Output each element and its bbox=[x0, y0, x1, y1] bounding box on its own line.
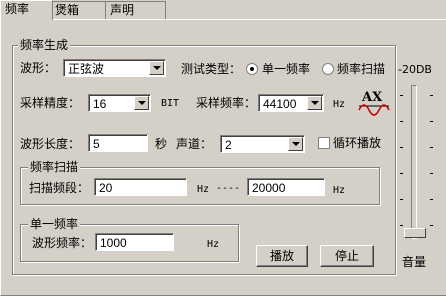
sample-precision-select[interactable]: 16 bbox=[88, 94, 151, 112]
sample-rate-select[interactable]: 44100 bbox=[258, 94, 324, 112]
chevron-down-icon[interactable] bbox=[288, 137, 303, 151]
volume-tick bbox=[430, 225, 433, 226]
sweep-to-input[interactable]: 20000 bbox=[247, 178, 325, 196]
volume-tick bbox=[430, 199, 433, 200]
volume-tick bbox=[430, 95, 433, 96]
tab-frequency[interactable]: 频率 bbox=[0, 0, 53, 20]
sample-rate-unit: Hz bbox=[333, 99, 346, 110]
sweep-from-value: 20 bbox=[99, 181, 113, 195]
sample-precision-unit: BIT bbox=[161, 98, 180, 109]
radio-single-frequency[interactable] bbox=[246, 63, 258, 75]
volume-tick bbox=[400, 121, 403, 122]
tab-speaker-burn[interactable]: 煲箱 bbox=[50, 1, 109, 19]
loop-label: 循环播放 bbox=[333, 136, 382, 150]
play-button-label: 播放 bbox=[269, 249, 294, 263]
chevron-down-icon[interactable] bbox=[149, 61, 164, 75]
volume-tick bbox=[400, 173, 403, 174]
waveform-value: 正弦波 bbox=[68, 62, 105, 76]
ax-wave-logo: AX bbox=[357, 90, 391, 118]
radio-frequency-sweep[interactable] bbox=[322, 63, 334, 75]
tab-statement[interactable]: 声明 bbox=[105, 1, 166, 19]
sample-rate-label: 采样频率： bbox=[196, 96, 257, 110]
sweep-to-unit: Hz bbox=[333, 185, 346, 196]
sample-precision-label: 采样精度： bbox=[20, 96, 81, 110]
radio-frequency-sweep-label: 频率扫描 bbox=[337, 62, 386, 76]
stop-button-label: 停止 bbox=[334, 249, 359, 263]
wave-length-value: 5 bbox=[93, 137, 100, 151]
channel-value: 2 bbox=[225, 138, 232, 152]
sweep-from-input[interactable]: 20 bbox=[94, 178, 187, 196]
sweep-group-title: 频率扫描 bbox=[28, 160, 81, 174]
volume-max-label: -20DB bbox=[398, 63, 432, 76]
channel-select[interactable]: 2 bbox=[220, 135, 305, 153]
sweep-dash: ---- bbox=[216, 183, 241, 194]
wave-length-unit: 秒 bbox=[155, 137, 168, 151]
loop-checkbox[interactable] bbox=[318, 137, 330, 149]
generation-group-title: 频率生成 bbox=[18, 38, 71, 52]
wave-length-label: 波形长度： bbox=[20, 137, 81, 151]
volume-tick bbox=[400, 225, 403, 226]
wave-icon bbox=[358, 104, 390, 116]
channel-label: 声道： bbox=[176, 137, 213, 151]
volume-slider-thumb[interactable] bbox=[404, 228, 426, 238]
chevron-down-icon[interactable] bbox=[307, 96, 322, 110]
waveform-select[interactable]: 正弦波 bbox=[63, 59, 166, 77]
volume-tick bbox=[430, 173, 433, 174]
radio-single-frequency-label: 单一频率 bbox=[262, 62, 311, 76]
volume-tick bbox=[400, 199, 403, 200]
volume-tick bbox=[400, 95, 403, 96]
tab-statement-label: 声明 bbox=[110, 3, 135, 17]
volume-slider-track[interactable] bbox=[411, 85, 417, 239]
play-button[interactable]: 播放 bbox=[256, 245, 308, 267]
sweep-from-unit: Hz bbox=[197, 184, 210, 195]
single-frequency-label: 波形频率： bbox=[32, 236, 93, 250]
single-frequency-value: 1000 bbox=[100, 236, 127, 250]
sweep-range-label: 扫描频段： bbox=[29, 181, 90, 195]
single-frequency-input[interactable]: 1000 bbox=[95, 233, 174, 251]
waveform-label: 波形： bbox=[20, 61, 57, 75]
volume-tick bbox=[430, 121, 433, 122]
single-frequency-group-title: 单一频率 bbox=[28, 217, 81, 231]
chevron-down-icon[interactable] bbox=[134, 96, 149, 110]
volume-tick bbox=[430, 147, 433, 148]
test-type-label: 测试类型： bbox=[181, 62, 242, 76]
sweep-to-value: 20000 bbox=[252, 181, 286, 195]
tab-frequency-label: 频率 bbox=[5, 2, 30, 16]
wave-length-input[interactable]: 5 bbox=[88, 134, 148, 152]
sample-precision-value: 16 bbox=[93, 97, 107, 111]
stop-button[interactable]: 停止 bbox=[320, 245, 374, 267]
sample-rate-value: 44100 bbox=[263, 97, 297, 111]
tab-speaker-burn-label: 煲箱 bbox=[55, 3, 80, 17]
volume-tick bbox=[400, 147, 403, 148]
volume-label: 音量 bbox=[402, 255, 427, 269]
single-frequency-unit: Hz bbox=[207, 239, 220, 250]
